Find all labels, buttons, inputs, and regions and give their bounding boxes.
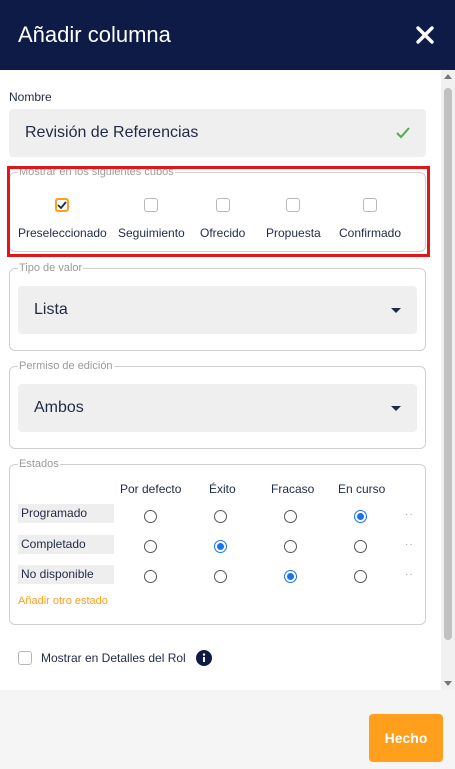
scroll-up-arrow-icon[interactable] (444, 74, 452, 79)
cube-checkbox-confirmado[interactable] (363, 198, 378, 212)
value-type-select[interactable]: Lista (18, 286, 417, 334)
cube-label: Propuesta (266, 226, 321, 240)
check-icon (57, 201, 68, 209)
states-column-header: Por defecto (120, 482, 182, 496)
check-icon (396, 127, 410, 139)
cube-label: Confirmado (339, 226, 402, 240)
close-icon[interactable] (413, 23, 437, 47)
state-radio[interactable] (284, 510, 297, 523)
more-dots: ·· (405, 569, 414, 580)
show-role-option[interactable]: Mostrar en Detalles del Rol (18, 650, 212, 666)
states-column-header: Éxito (209, 482, 236, 496)
more-dots: ·· (405, 539, 414, 550)
state-radio[interactable] (354, 540, 367, 553)
info-icon[interactable] (195, 650, 212, 666)
state-radio[interactable] (144, 540, 157, 553)
state-radio-selected[interactable] (354, 510, 367, 523)
value-type-legend: Tipo de valor (19, 262, 83, 274)
cube-item-preseleccionado[interactable]: Preseleccionado (18, 198, 107, 240)
chevron-down-icon (391, 307, 401, 313)
dialog-header: Añadir columna (0, 0, 455, 70)
cube-checkbox-seguimiento[interactable] (144, 198, 159, 212)
state-radio[interactable] (144, 510, 157, 523)
state-radio[interactable] (354, 570, 367, 583)
cube-label: Seguimiento (118, 226, 185, 240)
state-radio[interactable] (144, 570, 157, 583)
cube-checkbox-ofrecido[interactable] (215, 198, 230, 212)
cube-checkbox-preseleccionado[interactable] (55, 198, 70, 212)
states-column-header: En curso (338, 482, 386, 496)
dialog-title: Añadir columna (18, 22, 171, 47)
edit-permission-legend: Permiso de edición (19, 360, 113, 372)
more-dots: ·· (405, 509, 414, 520)
edit-permission-value: Ambos (34, 399, 84, 416)
scroll-thumb[interactable] (444, 88, 452, 640)
cube-label: Preseleccionado (18, 226, 107, 240)
cube-item-confirmado[interactable]: Confirmado (339, 198, 401, 240)
show-role-checkbox[interactable] (18, 651, 32, 665)
name-label: Nombre (9, 90, 52, 104)
cube-checkbox-propuesta[interactable] (286, 198, 301, 212)
name-field[interactable]: Revisión de Referencias (9, 109, 426, 157)
scrollbar[interactable] (441, 70, 455, 690)
chevron-down-icon (391, 405, 401, 411)
state-radio[interactable] (214, 510, 227, 523)
state-radio-selected[interactable] (284, 570, 297, 583)
cube-label: Ofrecido (200, 226, 246, 240)
edit-permission-select[interactable]: Ambos (18, 384, 417, 432)
show-role-label: Mostrar en Detalles del Rol (41, 651, 186, 665)
done-button[interactable]: Hecho (369, 714, 443, 762)
cube-item-propuesta[interactable]: Propuesta (266, 198, 321, 240)
state-row-label-programado: Programado (18, 504, 114, 523)
state-radio[interactable] (214, 570, 227, 583)
add-state-link[interactable]: Añadir otro estado (18, 595, 108, 607)
state-row-label-completado: Completado (18, 535, 114, 554)
state-radio[interactable] (284, 540, 297, 553)
scroll-down-arrow-icon[interactable] (444, 681, 452, 686)
states-column-header: Fracaso (271, 482, 315, 496)
states-legend: Estados (19, 458, 59, 470)
state-row-label-no-disponible: No disponible (18, 565, 114, 584)
state-radio-selected[interactable] (214, 540, 227, 553)
value-type-value: Lista (34, 301, 68, 318)
name-value: Revisión de Referencias (25, 124, 199, 141)
cube-item-seguimiento[interactable]: Seguimiento (118, 198, 185, 240)
cube-item-ofrecido[interactable]: Ofrecido (200, 198, 245, 240)
